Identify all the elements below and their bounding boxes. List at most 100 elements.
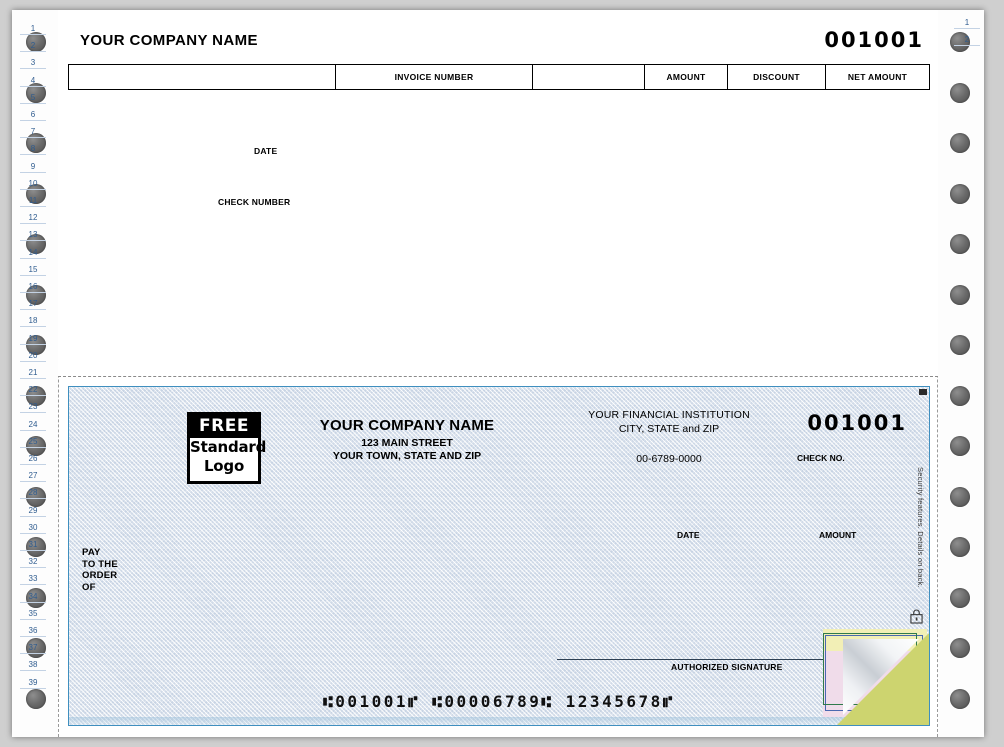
line-number-rule xyxy=(20,257,46,259)
line-number: 39 xyxy=(28,677,38,687)
check-date-label: DATE xyxy=(677,530,700,540)
tractor-hole xyxy=(950,234,970,254)
pay-line-1: PAY xyxy=(82,547,101,558)
form-content-area: YOUR COMPANY NAME 001001 INVOICE NUMBER … xyxy=(58,10,938,737)
right-tractor-feed-strip: 12 xyxy=(938,10,984,737)
line-number: 19 xyxy=(28,333,38,343)
micr-clear-band xyxy=(69,717,929,725)
logo-free-banner: FREE xyxy=(190,415,258,438)
line-number: 13 xyxy=(28,230,38,240)
line-number: 36 xyxy=(28,626,38,635)
bank-city-state-zip: CITY, STATE and ZIP xyxy=(618,423,720,435)
tractor-hole xyxy=(950,133,970,153)
line-number-rule xyxy=(954,28,980,29)
voucher-table-header: INVOICE NUMBER AMOUNT DISCOUNT NET AMOUN… xyxy=(68,64,930,90)
line-number: 26 xyxy=(28,454,38,463)
line-number-rule xyxy=(20,85,46,87)
line-number: 21 xyxy=(28,368,38,377)
line-number: 6 xyxy=(30,110,36,119)
line-number: 37 xyxy=(28,643,38,653)
line-number: 31 xyxy=(28,540,38,549)
line-number: 18 xyxy=(28,316,38,326)
line-number: 9 xyxy=(30,161,36,171)
line-number: 22 xyxy=(28,385,38,395)
line-number-rule xyxy=(20,670,46,672)
line-number: 38 xyxy=(28,660,38,670)
tractor-hole xyxy=(950,385,970,406)
pay-line-2: TO THE xyxy=(82,558,118,570)
voucher-col-amount: AMOUNT xyxy=(645,65,728,89)
voucher-col-discount: DISCOUNT xyxy=(728,65,826,89)
pay-line-4: OF xyxy=(82,581,96,593)
line-number: 32 xyxy=(28,557,38,567)
stub-date-label: DATE xyxy=(254,146,278,156)
pay-to-the-order-of-block: PAY TO THE ORDER OF xyxy=(82,547,118,593)
logo-standard-text: Standard xyxy=(190,438,267,456)
line-number: 4 xyxy=(30,75,36,85)
curl-fold-underside xyxy=(837,633,929,725)
authorized-signature-label: AUTHORIZED SIGNATURE xyxy=(671,662,783,672)
line-number: 2 xyxy=(964,35,970,45)
line-number-rule xyxy=(20,601,46,603)
line-number-rule xyxy=(20,532,46,534)
corner-registration-mark xyxy=(919,389,927,395)
tractor-hole xyxy=(950,183,970,204)
line-number-rule xyxy=(20,343,46,345)
line-number: 35 xyxy=(28,608,38,618)
line-number-rule xyxy=(20,68,46,70)
free-standard-logo-box: FREE Standard Logo xyxy=(187,412,267,484)
line-number: 8 xyxy=(30,144,36,154)
stub-check-number-label: CHECK NUMBER xyxy=(218,197,291,207)
line-number-rule xyxy=(20,618,46,620)
line-number: 23 xyxy=(28,402,38,412)
line-number: 29 xyxy=(28,505,38,515)
voucher-stub: YOUR COMPANY NAME 001001 INVOICE NUMBER … xyxy=(58,10,938,376)
line-number: 27 xyxy=(28,471,38,481)
tractor-hole xyxy=(950,688,970,709)
payer-address-line-1: 123 MAIN STREET xyxy=(361,437,453,449)
stub-check-number: 001001 xyxy=(824,28,924,52)
tractor-hole xyxy=(950,284,970,305)
tractor-hole xyxy=(950,436,970,456)
line-number: 10 xyxy=(28,178,38,188)
voucher-col-net-amount: NET AMOUNT xyxy=(847,72,908,82)
voucher-col-blank-2 xyxy=(533,65,645,89)
tractor-hole xyxy=(950,587,970,608)
line-number-rule xyxy=(20,326,46,328)
line-number-rule xyxy=(20,188,46,190)
payer-block: YOUR COMPANY NAME 123 MAIN STREET YOUR T… xyxy=(277,417,537,462)
line-number-rule xyxy=(20,102,46,104)
line-number-rule xyxy=(20,137,46,139)
line-number-rule xyxy=(20,498,46,500)
payer-company-name: YOUR COMPANY NAME xyxy=(319,417,495,434)
tractor-hole xyxy=(950,537,970,557)
line-number-rule xyxy=(20,51,46,53)
line-number: 14 xyxy=(28,247,38,257)
check-amount-label: AMOUNT xyxy=(819,530,857,540)
line-number-rule xyxy=(20,446,46,448)
line-number-rule xyxy=(954,45,980,47)
signature-line xyxy=(557,659,853,660)
padlock-icon xyxy=(910,609,923,624)
bank-fraction-number: 00-6789-0000 xyxy=(636,453,702,465)
line-number: 24 xyxy=(28,419,38,429)
security-features-notice: Security features. Details on back. xyxy=(916,467,925,588)
payer-address-line-2: YOUR TOWN, STATE AND ZIP xyxy=(332,450,482,462)
line-number-rule xyxy=(20,584,46,586)
line-number: 1 xyxy=(30,24,36,33)
line-number-rule xyxy=(20,515,46,517)
line-number: 34 xyxy=(28,591,38,601)
line-number: 15 xyxy=(28,264,38,274)
line-number-rule xyxy=(20,567,46,569)
check-form-sheet: 1 2 3 4 5 6 7 8 9 10 11 12 13 14 15 16 17 18 19 20 21 22 23 24 2… xyxy=(12,10,984,737)
voucher-col-blank-1 xyxy=(69,65,336,89)
stub-check-perforation xyxy=(58,376,938,377)
line-number: 20 xyxy=(28,350,38,360)
check-body: FREE Standard Logo YOUR COMPANY NAME 123… xyxy=(68,386,930,726)
line-number-rule xyxy=(20,636,46,637)
tractor-hole xyxy=(950,638,970,658)
line-number: 3 xyxy=(30,58,36,68)
line-number: 17 xyxy=(28,299,38,309)
line-number-rule xyxy=(20,464,46,465)
line-number-rule xyxy=(20,360,46,362)
